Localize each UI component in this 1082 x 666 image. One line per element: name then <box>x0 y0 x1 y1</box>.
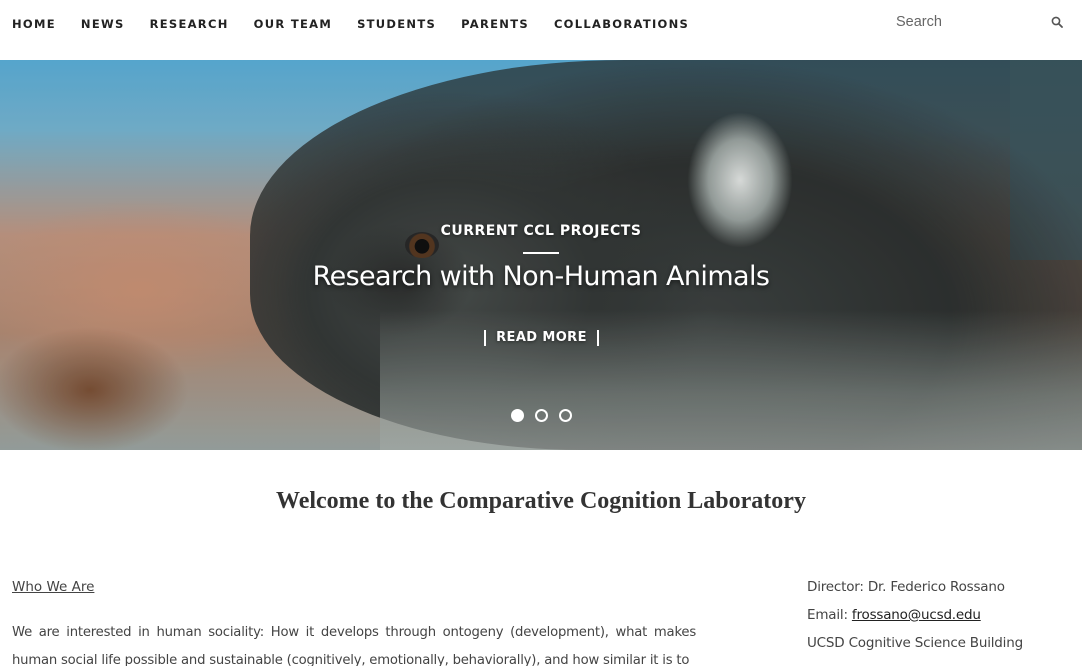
search-input[interactable] <box>896 10 1046 34</box>
search-icon[interactable] <box>1051 16 1063 28</box>
hero-eyebrow: CURRENT CCL PROJECTS <box>440 223 642 239</box>
nav-item-our-team[interactable]: OUR TEAM <box>254 17 332 31</box>
hero-divider <box>523 252 559 254</box>
nav-item-home[interactable]: HOME <box>12 17 56 31</box>
director-line: Director: Dr. Federico Rossano <box>807 579 1005 595</box>
slider-dot-3[interactable] <box>559 409 572 422</box>
slider-dot-1[interactable] <box>511 409 524 422</box>
nav-item-news[interactable]: NEWS <box>81 17 125 31</box>
who-we-are-link[interactable]: Who We Are <box>12 579 94 595</box>
read-more-button[interactable]: READ MORE <box>484 330 599 346</box>
hero-slider: CURRENT CCL PROJECTS Research with Non-H… <box>0 60 1082 450</box>
nav-item-research[interactable]: RESEARCH <box>150 17 229 31</box>
nav-item-collaborations[interactable]: COLLABORATIONS <box>554 17 689 31</box>
building-line: UCSD Cognitive Science Building <box>807 635 1023 651</box>
email-line: Email: frossano@ucsd.edu <box>807 605 1077 633</box>
slider-dot-2[interactable] <box>535 409 548 422</box>
email-link[interactable]: frossano@ucsd.edu <box>852 607 981 623</box>
hero-overlay <box>0 60 1082 450</box>
nav-item-students[interactable]: STUDENTS <box>357 17 436 31</box>
email-label: Email: <box>807 607 852 623</box>
nav-item-parents[interactable]: PARENTS <box>461 17 529 31</box>
top-navigation-bar: HOME NEWS RESEARCH OUR TEAM STUDENTS PAR… <box>0 0 1082 60</box>
intro-paragraph: We are interested in human sociality: Ho… <box>12 625 696 666</box>
main-nav: HOME NEWS RESEARCH OUR TEAM STUDENTS PAR… <box>12 17 714 31</box>
search-box <box>896 10 1071 34</box>
slider-pagination <box>511 409 583 422</box>
welcome-title: Welcome to the Comparative Cognition Lab… <box>276 488 806 514</box>
contact-info: Director: Dr. Federico Rossano Email: fr… <box>807 577 1077 661</box>
hero-title: Research with Non-Human Animals <box>312 261 770 292</box>
